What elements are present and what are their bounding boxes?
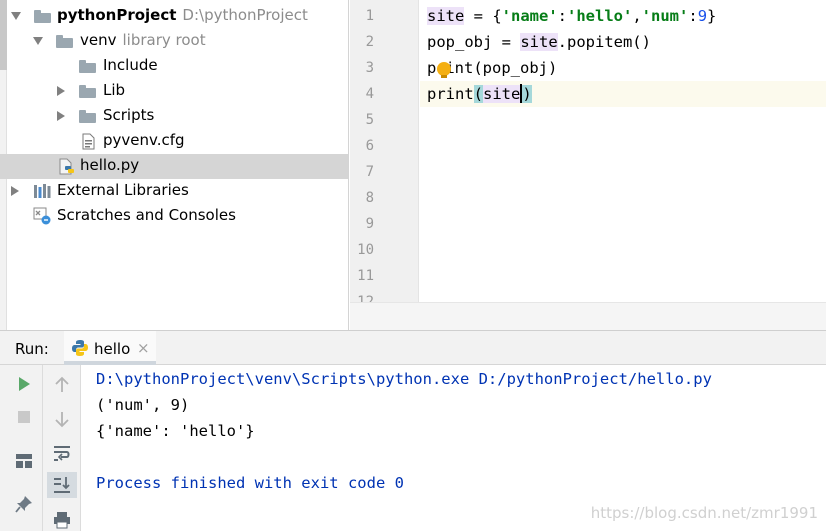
run-label: Run: [15,340,49,358]
tree-item-include[interactable]: Include [0,54,348,79]
chevron-right-icon[interactable] [57,86,65,96]
chevron-right-icon[interactable] [11,186,19,196]
line-number: 4 [365,86,374,102]
console-line: D:\pythonProject\venv\Scripts\python.exe… [96,370,712,388]
stop-icon[interactable] [17,410,31,424]
line-number: 12 [357,294,374,302]
tree-item-label: Include [103,56,158,74]
editor-breadcrumb-bar [350,302,826,330]
folder-icon [79,85,96,98]
scratches-icon [33,207,51,225]
line-number: 9 [365,216,374,232]
tree-external-libraries[interactable]: External Libraries [0,179,348,204]
code-line-4[interactable]: print(site) [427,81,532,107]
run-toolbar-secondary [43,365,81,531]
pin-icon[interactable] [15,495,33,513]
code-line-1[interactable]: site = {'name':'hello','num':9} [427,3,716,29]
tree-item-hello-py[interactable]: hello.py [0,154,348,179]
line-number: 7 [365,164,374,180]
down-arrow-icon[interactable] [54,410,70,428]
console-line: ('num', 9) [96,396,190,414]
project-name: pythonProject [57,6,177,24]
line-number: 3 [365,60,374,76]
chevron-down-icon[interactable] [33,37,43,45]
scroll-to-end-icon[interactable] [53,476,71,494]
tree-item-pyvenv-cfg[interactable]: pyvenv.cfg [0,129,348,154]
line-number: 8 [365,190,374,206]
console-line: Process finished with exit code 0 [96,474,404,492]
chevron-down-icon[interactable] [11,12,21,20]
library-root-hint: library root [122,31,206,49]
layout-icon[interactable] [15,453,33,469]
tree-scratches-consoles[interactable]: Scratches and Consoles [0,204,348,229]
up-arrow-icon[interactable] [54,376,70,394]
library-icon [34,184,51,198]
project-tool-window: pythonProject D:\pythonProject venv librar… [0,0,349,330]
tree-venv-row[interactable]: venv library root [0,29,348,54]
intention-bulb-icon[interactable] [437,62,451,76]
tree-item-label: Lib [103,81,126,99]
folder-icon [79,110,96,123]
line-number: 10 [357,242,374,258]
python-icon [72,340,88,356]
line-number: 2 [365,34,374,50]
tree-item-scripts[interactable]: Scripts [0,104,348,129]
watermark-text: https://blog.csdn.net/zmr1991 [590,504,818,522]
folder-icon [34,10,51,23]
line-number: 1 [365,8,374,24]
close-icon[interactable]: × [137,339,150,357]
print-icon[interactable] [53,511,71,529]
venv-name: venv [80,31,117,49]
run-tab-label: hello [94,340,131,358]
project-path: D:\pythonProject [182,6,308,24]
code-editor[interactable]: 1 2 3 4 5 6 7 8 9 10 11 12 site = {'name… [350,0,826,302]
tree-item-label: External Libraries [57,181,189,199]
tree-item-label: Scripts [103,106,155,124]
line-number-gutter[interactable]: 1 2 3 4 5 6 7 8 9 10 11 12 [350,0,419,302]
tree-item-lib[interactable]: Lib [0,79,348,104]
chevron-right-icon[interactable] [57,111,65,121]
tree-item-label: pyvenv.cfg [103,131,185,149]
intention-bulb-base [441,75,447,78]
rerun-icon[interactable] [16,376,32,392]
code-line-2[interactable]: pop_obj = site.popitem() [427,29,651,55]
python-file-icon [59,158,74,175]
config-file-icon [82,133,95,150]
line-number: 6 [365,138,374,154]
run-toolbar-primary [0,365,43,531]
console-line: {'name': 'hello'} [96,422,255,440]
tree-item-label: Scratches and Consoles [57,206,236,224]
run-tool-header: Run: hello × [0,330,826,365]
folder-icon [56,35,73,48]
tree-item-label: hello.py [80,156,140,174]
line-number: 11 [357,268,374,284]
tree-root-row[interactable]: pythonProject D:\pythonProject [0,4,348,29]
soft-wrap-icon[interactable] [53,444,71,462]
line-number: 5 [365,112,374,128]
folder-icon [79,60,96,73]
